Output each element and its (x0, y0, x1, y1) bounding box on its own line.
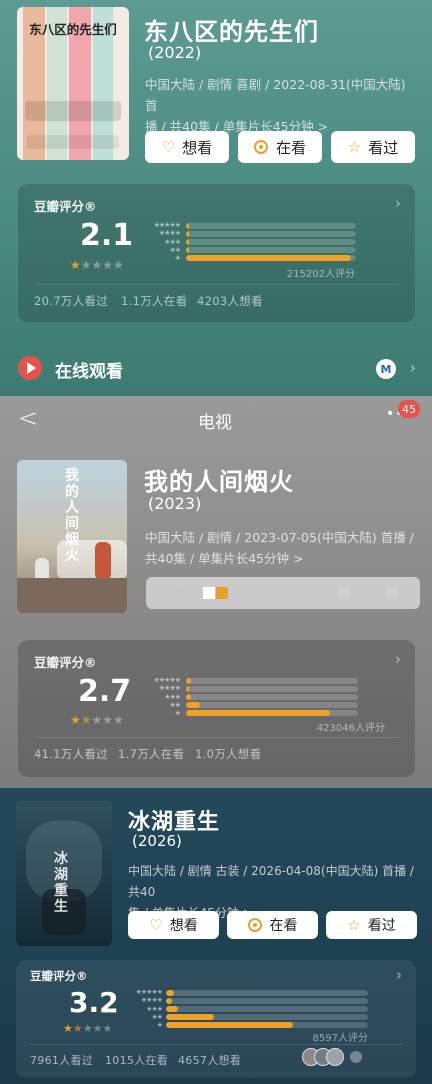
dist-bar-5 (186, 678, 358, 684)
notification-badge: 45 (398, 400, 420, 418)
chevron-right-icon: › (409, 358, 416, 377)
rating-score: 2.1 (80, 218, 134, 253)
watched-button[interactable]: ☆ 看过 (331, 131, 415, 163)
dist-bar-1 (166, 1022, 368, 1028)
poster-image[interactable]: 冰湖重生 (16, 801, 112, 946)
stat-want: 4657人想看 (178, 1054, 242, 1067)
show-section-1: 东八区的先生们 东八区的先生们 (2022) 中国大陆 / 剧情 喜剧 / 20… (0, 0, 432, 396)
watching-label: 在看 (275, 138, 306, 157)
dist-bar-4 (166, 998, 368, 1004)
stat-want: 4203人想看 (197, 294, 263, 308)
avatar (326, 1048, 344, 1066)
meta-line: 中国大陆 / 剧情 喜剧 / 2022-08-31(中国大陆) 首 (145, 77, 406, 113)
rating-label: 豆瓣评分® (30, 969, 88, 983)
heart-plus-icon: ♡ (161, 137, 176, 156)
show-year: (2022) (148, 43, 202, 62)
dist-bar-2 (186, 702, 358, 708)
back-button[interactable]: < (18, 404, 38, 432)
blurred-buttons-placeholder (146, 577, 420, 609)
rating-count: 8597人评分 (312, 1033, 368, 1044)
watching-button[interactable]: 在看 (227, 911, 318, 939)
heart-plus-icon: ♡ (149, 915, 163, 934)
rating-count: 215202人评分 (286, 269, 355, 280)
dist-bar-5 (186, 223, 356, 229)
watched-label: 看过 (368, 138, 399, 157)
poster-title-text: 东八区的先生们 (29, 22, 117, 37)
nav-title: 电视 (198, 413, 232, 433)
show-title: 我的人间烟火 (144, 468, 294, 496)
rating-score: 2.7 (78, 674, 132, 709)
watching-icon (247, 918, 262, 932)
dist-bar-2 (166, 1014, 368, 1020)
stat-watching: 1.7万人在看 (118, 747, 185, 761)
watching-icon (253, 140, 268, 154)
meta-line: 中国大陆 / 剧情 / 2023-07-05(中国大陆) 首播 / (145, 530, 414, 545)
dist-bar-4 (186, 231, 356, 237)
watching-button[interactable]: 在看 (238, 131, 322, 163)
chevron-right-icon: › (395, 650, 401, 668)
rating-distribution (186, 678, 358, 722)
rating-stars: ★★★★★ (70, 713, 124, 727)
star-level-labels: ★★★★★ ★★★★ ★★★ ★★ ★ (135, 988, 163, 1030)
show-section-3: 冰湖重生 冰湖重生 (2026) 中国大陆 / 剧情 古装 / 2026-04-… (0, 788, 432, 1084)
meta-line: 中国大陆 / 剧情 古装 / 2026-04-08(中国大陆) 首播 / 共40 (128, 864, 414, 899)
dist-bar-2 (186, 247, 356, 253)
rating-distribution (186, 223, 356, 267)
want-button[interactable]: ♡ 想看 (145, 131, 229, 163)
dist-bar-4 (186, 686, 358, 692)
want-label: 想看 (169, 918, 198, 934)
stat-watching: 1.1万人在看 (121, 294, 188, 308)
poster-title-text: 我的人间烟火 (65, 468, 79, 564)
star-level-labels: ★★★★★ ★★★★ ★★★ ★★ ★ (153, 221, 181, 263)
rating-stars: ★★★★★ (63, 1022, 113, 1035)
rating-label: 豆瓣评分® (34, 199, 97, 214)
star-level-labels: ★★★★★ ★★★★ ★★★ ★★ ★ (153, 676, 181, 718)
show-section-2: < 电视 ••• 45 我的人间烟火 我的人间烟火 (2023) 中国大陆 / … (0, 396, 432, 788)
stat-watching: 1015人在看 (105, 1054, 169, 1067)
stat-watched: 20.7万人看过 (34, 294, 109, 308)
chevron-right-icon: › (396, 966, 402, 984)
meta-line: 共40集 / 单集片长45分钟 > (145, 551, 304, 566)
rating-card[interactable]: 豆瓣评分® › 3.2 ★★★★★ ★★★★★ ★★★★ ★★★ ★★ ★ 8597人评… (16, 960, 416, 1078)
show-title: 东八区的先生们 (144, 18, 319, 46)
online-watch-label: 在线观看 (55, 362, 123, 382)
stat-want: 1.0万人想看 (195, 747, 262, 761)
platform-logo-icon: M (376, 359, 396, 379)
rating-score: 3.2 (69, 986, 119, 1019)
dist-bar-1 (186, 255, 356, 261)
poster-image[interactable]: 我的人间烟火 (17, 460, 127, 613)
dist-bar-3 (186, 694, 358, 700)
watched-label: 看过 (367, 918, 396, 934)
watched-button[interactable]: ☆ 看过 (326, 911, 417, 939)
want-label: 想看 (182, 138, 213, 157)
rating-distribution (166, 990, 368, 1034)
play-icon (18, 356, 42, 380)
stat-watched: 7961人看过 (30, 1054, 94, 1067)
dist-bar-3 (166, 1006, 368, 1012)
viewer-avatars[interactable] (302, 1048, 372, 1066)
star-icon: ☆ (347, 915, 361, 934)
online-watch-row[interactable]: 在线观看 M › (18, 354, 416, 384)
avatar (350, 1051, 362, 1063)
rating-stars: ★★★★★ (70, 258, 124, 272)
rating-label: 豆瓣评分® (34, 655, 97, 670)
rating-count: 423046人评分 (316, 723, 385, 734)
chevron-right-icon: › (395, 194, 401, 212)
star-icon: ☆ (347, 137, 362, 156)
dist-bar-5 (166, 990, 368, 996)
show-meta[interactable]: 中国大陆 / 剧情 喜剧 / 2022-08-31(中国大陆) 首 播 / 共4… (145, 74, 420, 137)
poster-title-text: 冰湖重生 (54, 851, 68, 915)
dist-bar-1 (186, 710, 358, 716)
rating-card[interactable]: 豆瓣评分® › 2.1 ★★★★★ ★★★★★ ★★★★ ★★★ ★★ ★ 215202… (18, 184, 415, 322)
show-year: (2026) (132, 832, 182, 850)
watching-label: 在看 (269, 918, 298, 934)
rating-card[interactable]: 豆瓣评分® › 2.7 ★★★★★ ★★★★★ ★★★★ ★★★ ★★ ★ 423046… (18, 640, 415, 777)
poster-image[interactable]: 东八区的先生们 (17, 7, 129, 160)
show-year: (2023) (148, 494, 202, 513)
dist-bar-3 (186, 239, 356, 245)
show-meta[interactable]: 中国大陆 / 剧情 / 2023-07-05(中国大陆) 首播 / 共40集 /… (145, 527, 420, 569)
want-button[interactable]: ♡ 想看 (128, 911, 219, 939)
stat-watched: 41.1万人看过 (34, 747, 109, 761)
